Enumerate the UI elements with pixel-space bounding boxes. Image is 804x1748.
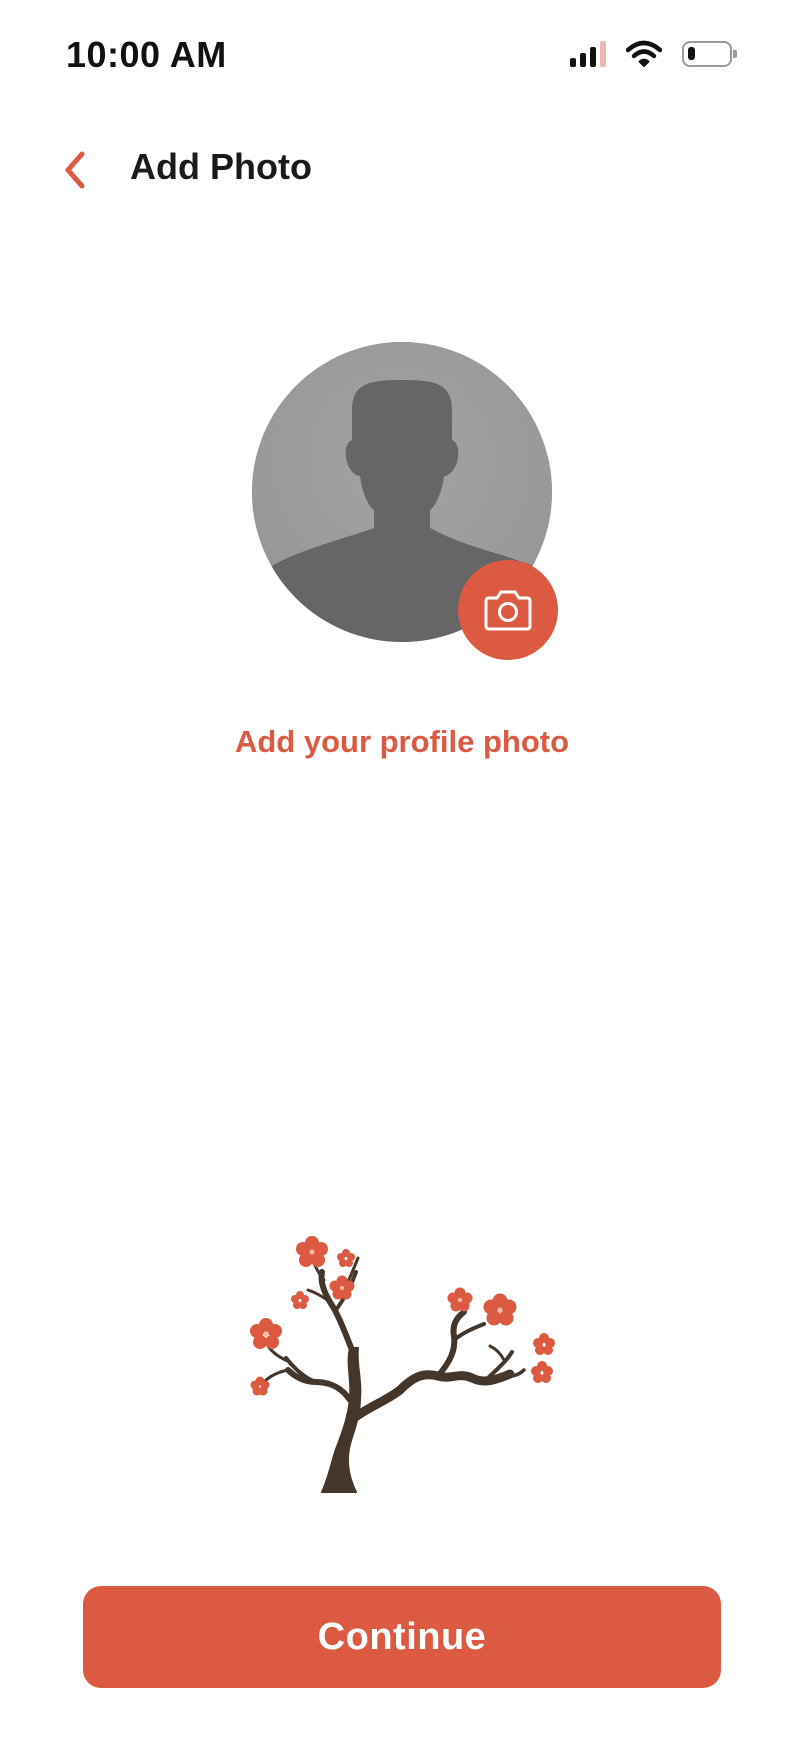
page-title: Add Photo (130, 146, 312, 187)
add-profile-photo-link[interactable]: Add your profile photo (0, 724, 804, 760)
camera-button[interactable] (458, 560, 558, 660)
header: Add Photo (0, 130, 804, 210)
signal-icon (570, 41, 606, 67)
back-button[interactable] (50, 142, 100, 198)
avatar-picker[interactable] (252, 342, 558, 660)
add-photo-screen: 10:00 AM Add Photo Add your profile phot… (0, 0, 804, 1748)
blossom-tree-icon (250, 1236, 555, 1493)
status-icons (570, 40, 737, 68)
camera-icon (484, 590, 532, 631)
battery-icon (682, 41, 737, 67)
status-bar: 10:00 AM (0, 0, 804, 110)
wifi-icon (626, 40, 662, 67)
continue-button[interactable]: Continue (83, 1586, 721, 1688)
status-time: 10:00 AM (66, 34, 227, 75)
chevron-left-icon (65, 151, 85, 189)
